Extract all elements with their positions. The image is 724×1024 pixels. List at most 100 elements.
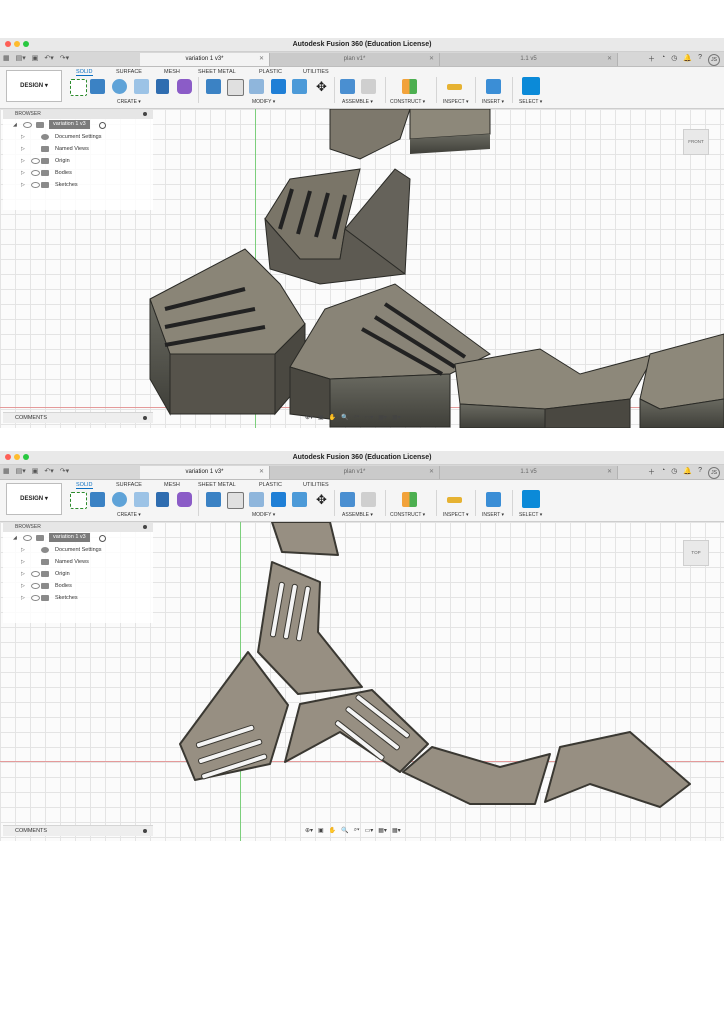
- notifications-icon[interactable]: 🔔: [683, 467, 692, 479]
- close-tab-icon[interactable]: ✕: [607, 53, 612, 66]
- chevron-right-icon[interactable]: ▷: [21, 167, 25, 179]
- fit-icon[interactable]: ⌕▾: [354, 414, 360, 421]
- inspect-menu[interactable]: INSPECT ▾: [443, 99, 468, 105]
- tree-item-named-views[interactable]: ▷ Named Views: [3, 143, 153, 155]
- zoom-window-button[interactable]: [23, 454, 29, 460]
- tab-mesh[interactable]: MESH: [164, 482, 180, 488]
- display-settings-icon[interactable]: ▭▾: [365, 827, 374, 834]
- tab-sheet-metal[interactable]: SHEET METAL: [198, 482, 236, 488]
- tree-item-sketches[interactable]: ▷ Sketches: [3, 179, 153, 191]
- file-menu-icon[interactable]: ▤▾: [16, 54, 26, 62]
- measure-icon[interactable]: [447, 84, 462, 90]
- tree-item-origin[interactable]: ▷ Origin: [3, 155, 153, 167]
- user-avatar[interactable]: JS: [708, 467, 720, 479]
- orbit-icon[interactable]: ⊕▾: [305, 414, 313, 421]
- align-icon[interactable]: [292, 492, 307, 507]
- extrude-icon[interactable]: [90, 492, 105, 507]
- create-sketch-icon[interactable]: [70, 492, 87, 509]
- insert-image-icon[interactable]: [486, 79, 501, 94]
- construct-menu[interactable]: CONSTRUCT ▾: [390, 512, 425, 518]
- tab-plastic[interactable]: PLASTIC: [259, 69, 282, 75]
- viewcube[interactable]: TOP: [683, 540, 709, 566]
- visibility-icon[interactable]: [31, 158, 40, 164]
- chevron-right-icon[interactable]: ▷: [21, 568, 25, 580]
- close-tab-icon[interactable]: ✕: [259, 53, 264, 66]
- doc-tab-variation[interactable]: variation 1 v3* ✕: [140, 53, 270, 66]
- redo-icon[interactable]: ↷▾: [60, 54, 69, 62]
- chevron-right-icon[interactable]: ▷: [21, 580, 25, 592]
- grid-settings-icon[interactable]: ▦▾: [378, 827, 387, 834]
- hole-icon[interactable]: [134, 492, 149, 507]
- minimize-window-button[interactable]: [14, 454, 20, 460]
- offset-plane-icon[interactable]: [402, 492, 417, 507]
- new-tab-icon[interactable]: ＋: [648, 467, 655, 479]
- browser-header[interactable]: BROWSER: [3, 110, 153, 119]
- joint-icon[interactable]: [361, 79, 376, 94]
- move-icon[interactable]: ✥: [314, 492, 329, 507]
- tab-surface[interactable]: SURFACE: [116, 69, 142, 75]
- undo-icon[interactable]: ↶▾: [44, 467, 53, 475]
- construct-menu[interactable]: CONSTRUCT ▾: [390, 99, 425, 105]
- doc-tab-1-1[interactable]: 1.1 v5 ✕: [440, 53, 618, 66]
- close-window-button[interactable]: [5, 454, 11, 460]
- create-menu[interactable]: CREATE ▾: [117, 512, 141, 518]
- browser-header[interactable]: BROWSER: [3, 523, 153, 532]
- tree-item-bodies[interactable]: ▷ Bodies: [3, 580, 153, 592]
- undo-icon[interactable]: ↶▾: [44, 54, 53, 62]
- select-menu[interactable]: SELECT ▾: [519, 512, 542, 518]
- user-avatar[interactable]: JS: [708, 54, 720, 66]
- tab-utilities[interactable]: UTILITIES: [303, 69, 329, 75]
- new-tab-icon[interactable]: ＋: [648, 54, 655, 66]
- insert-menu[interactable]: INSERT ▾: [482, 99, 504, 105]
- grid-menu-icon[interactable]: ▦: [3, 54, 10, 62]
- zoom-icon[interactable]: 🔍: [341, 414, 348, 421]
- help-icon[interactable]: ?: [698, 54, 702, 66]
- expand-icon[interactable]: ◢: [13, 119, 17, 131]
- pattern-icon[interactable]: [156, 492, 169, 507]
- new-component-icon[interactable]: [340, 79, 355, 94]
- file-menu-icon[interactable]: ▤▾: [16, 467, 26, 475]
- assemble-menu[interactable]: ASSEMBLE ▾: [342, 512, 373, 518]
- notifications-icon[interactable]: 🔔: [683, 54, 692, 66]
- expand-icon[interactable]: ◢: [13, 532, 17, 544]
- combine-icon[interactable]: [271, 492, 286, 507]
- tab-surface[interactable]: SURFACE: [116, 482, 142, 488]
- chevron-right-icon[interactable]: ▷: [21, 155, 25, 167]
- minimize-window-button[interactable]: [14, 41, 20, 47]
- create-menu[interactable]: CREATE ▾: [117, 99, 141, 105]
- insert-image-icon[interactable]: [486, 492, 501, 507]
- tree-item-document-settings[interactable]: ▷ Document Settings: [3, 131, 153, 143]
- revolve-icon[interactable]: [112, 79, 127, 94]
- insert-menu[interactable]: INSERT ▾: [482, 512, 504, 518]
- tree-root[interactable]: ◢ variation 1 v3: [3, 532, 153, 544]
- joint-icon[interactable]: [361, 492, 376, 507]
- doc-tab-plan[interactable]: plan v1* ✕: [270, 53, 440, 66]
- modify-menu[interactable]: MODIFY ▾: [252, 512, 275, 518]
- display-settings-icon[interactable]: ▭▾: [365, 414, 374, 421]
- job-status-icon[interactable]: ◷: [671, 467, 677, 479]
- offset-plane-icon[interactable]: [402, 79, 417, 94]
- zoom-window-button[interactable]: [23, 41, 29, 47]
- zoom-icon[interactable]: 🔍: [341, 827, 348, 834]
- close-tab-icon[interactable]: ✕: [429, 53, 434, 66]
- tab-solid[interactable]: SOLID: [76, 69, 93, 76]
- panel-options-icon[interactable]: [143, 112, 147, 116]
- chevron-right-icon[interactable]: ▷: [21, 544, 25, 556]
- pan-icon[interactable]: ✋: [329, 414, 336, 421]
- visibility-icon[interactable]: [31, 583, 40, 589]
- close-window-button[interactable]: [5, 41, 11, 47]
- tab-mesh[interactable]: MESH: [164, 69, 180, 75]
- shell-icon[interactable]: [249, 492, 264, 507]
- tree-item-document-settings[interactable]: ▷ Document Settings: [3, 544, 153, 556]
- extensions-icon[interactable]: ◔: [661, 54, 665, 66]
- doc-tab-variation[interactable]: variation 1 v3* ✕: [140, 466, 270, 479]
- orbit-icon[interactable]: ⊕▾: [305, 827, 313, 834]
- visibility-icon[interactable]: [31, 182, 40, 188]
- chevron-right-icon[interactable]: ▷: [21, 556, 25, 568]
- fillet-icon[interactable]: [227, 492, 244, 509]
- combine-icon[interactable]: [271, 79, 286, 94]
- tree-item-named-views[interactable]: ▷ Named Views: [3, 556, 153, 568]
- revolve-icon[interactable]: [112, 492, 127, 507]
- doc-tab-plan[interactable]: plan v1* ✕: [270, 466, 440, 479]
- viewports-icon[interactable]: ▦▾: [392, 414, 401, 421]
